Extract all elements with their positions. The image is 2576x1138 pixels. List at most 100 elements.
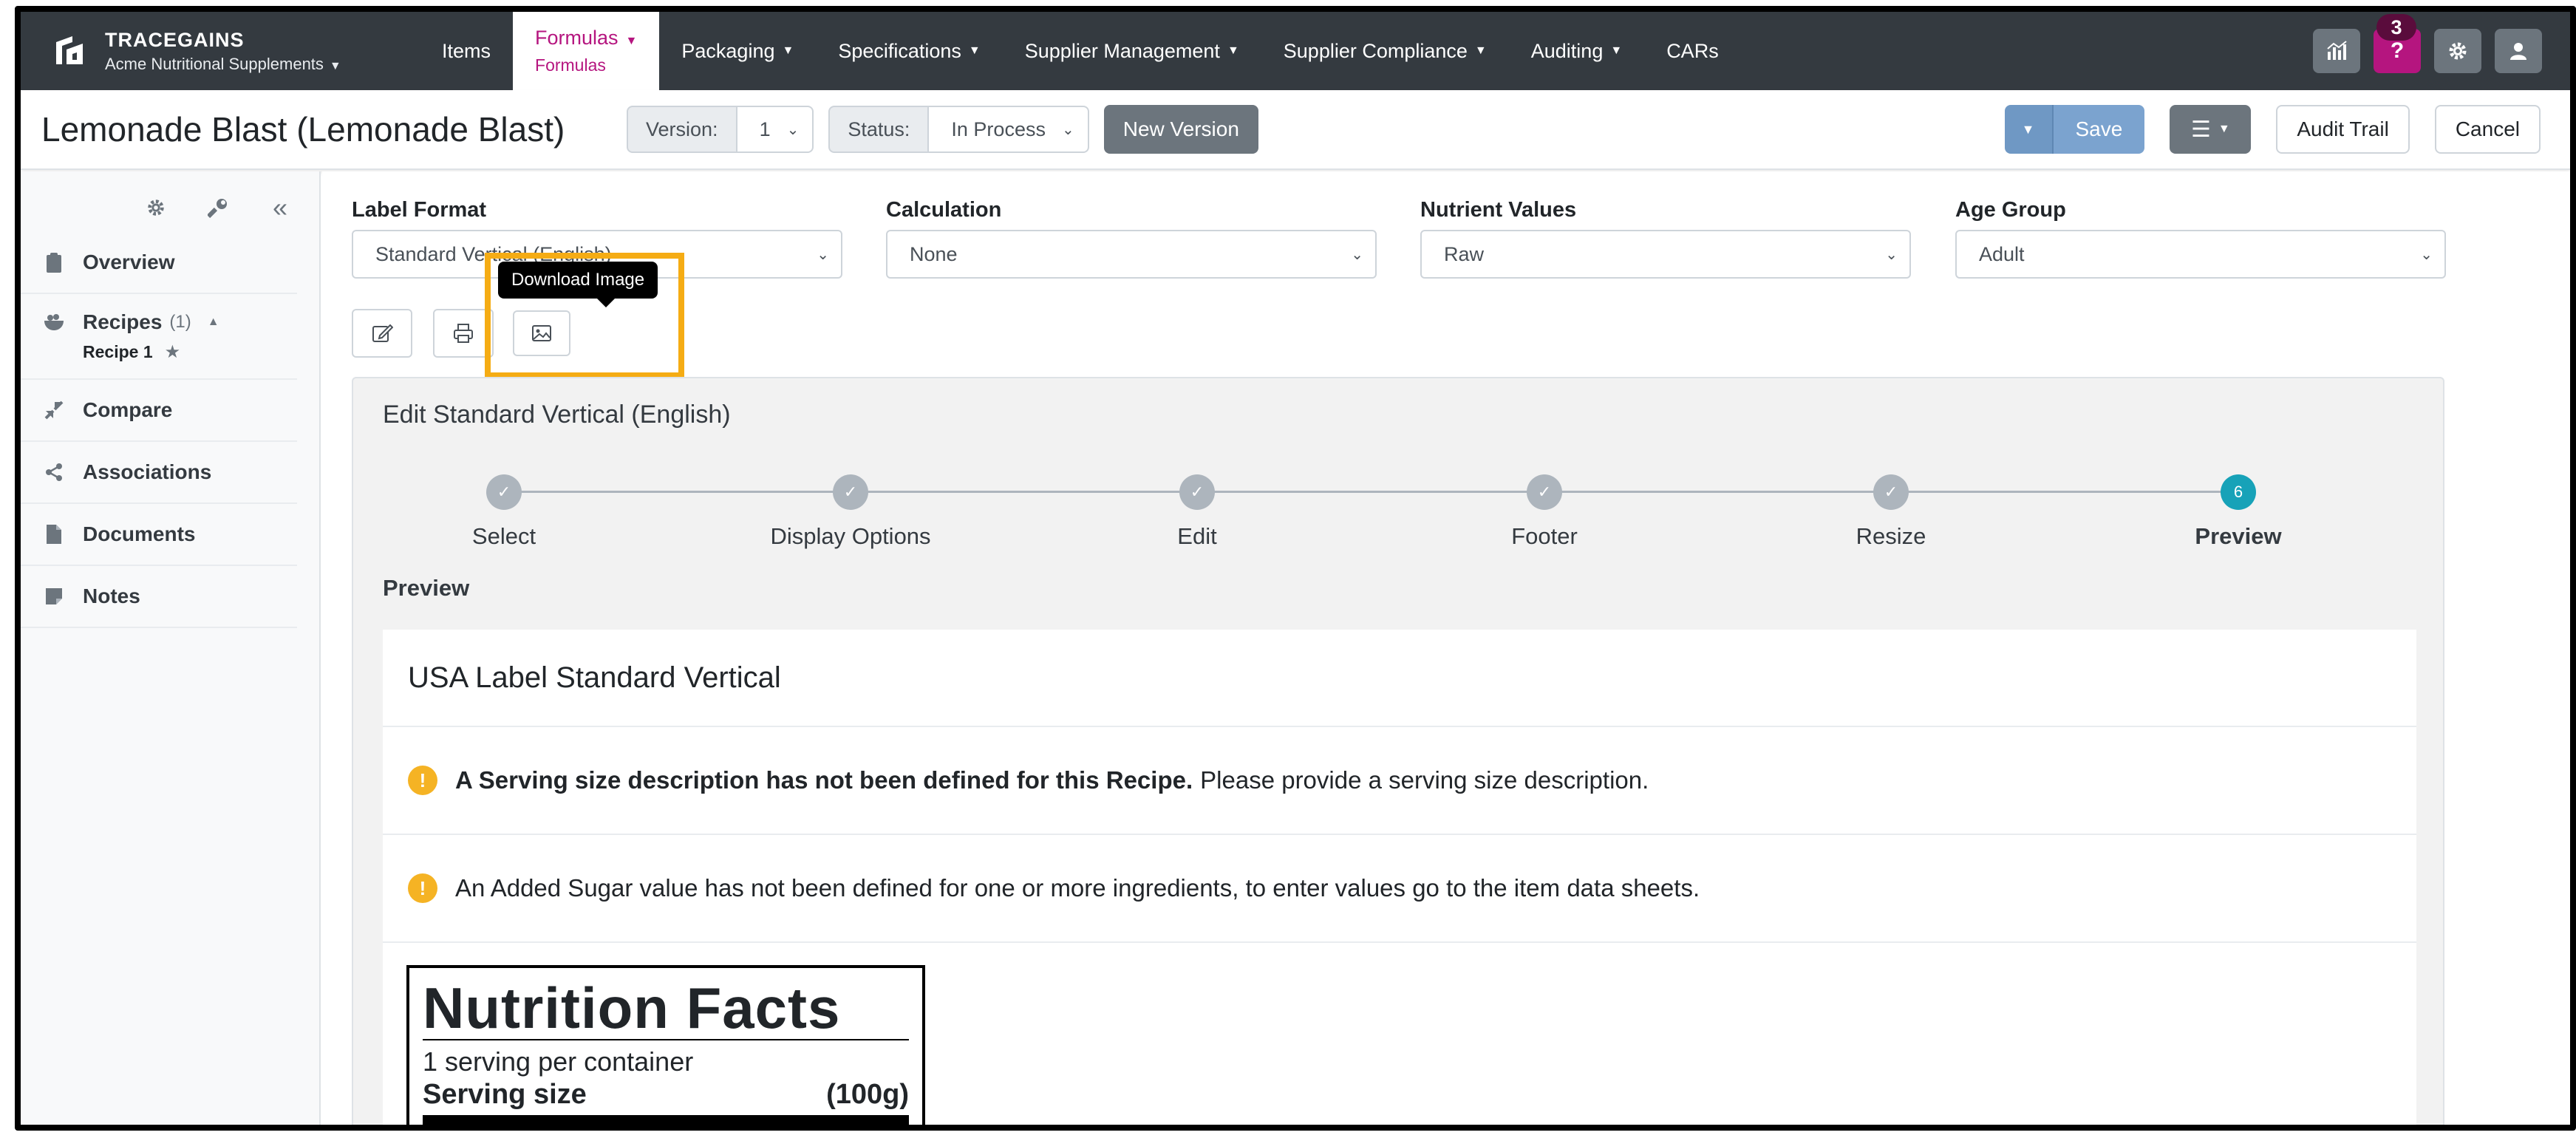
select-value: None	[910, 242, 958, 265]
status-value: In Process	[951, 117, 1046, 140]
org-switcher[interactable]: Acme Nutritional Supplements ▼	[105, 55, 341, 74]
edit-label-button[interactable]	[352, 309, 412, 358]
chevron-down-icon: ▼	[782, 44, 794, 57]
gear-icon	[2449, 42, 2467, 60]
help-icon: ?	[2390, 38, 2405, 63]
select-value: Adult	[1979, 242, 2025, 265]
check-icon: ✓	[1527, 474, 1562, 510]
panel-title: Edit Standard Vertical (English)	[383, 401, 731, 429]
sidebar-item-recipes[interactable]: Recipes (1) ▲ Recipe 1 ★	[21, 294, 297, 380]
nav-label: Supplier Compliance	[1283, 39, 1468, 62]
age-group-field: Age Group Adult ⌄	[1955, 198, 2446, 279]
field-label: Label Format	[352, 198, 487, 222]
nav-specifications[interactable]: Specifications ▼	[816, 12, 1002, 90]
step-display-options[interactable]: ✓ Display Options	[740, 474, 961, 550]
warning-text: An Added Sugar value has not been define…	[455, 874, 1700, 902]
bowl-icon	[43, 311, 65, 333]
status-select[interactable]: Status: In Process ⌄	[828, 106, 1089, 153]
card-title: USA Label Standard Vertical	[383, 630, 2416, 727]
sidebar-item-associations[interactable]: Associations	[21, 442, 297, 504]
user-icon	[2510, 43, 2526, 60]
page-title: Lemonade Blast (Lemonade Blast)	[41, 110, 565, 149]
step-select[interactable]: ✓ Select	[393, 474, 615, 550]
nav-formulas[interactable]: Formulas ▼ Formulas	[513, 12, 660, 90]
field-label: Age Group	[1955, 198, 2066, 222]
serving-size-label: Serving size	[423, 1079, 587, 1110]
actions-menu-button[interactable]: ☰ ▼	[2170, 105, 2252, 154]
chevron-down-icon: ⌄	[1351, 246, 1363, 263]
field-label: Nutrient Values	[1420, 198, 1577, 222]
warning-text: Please provide a serving size descriptio…	[1200, 766, 1649, 794]
sidebar-item-documents[interactable]: Documents	[21, 504, 297, 566]
sidebar-item-label: Compare	[83, 398, 173, 421]
check-icon: ✓	[1179, 474, 1215, 510]
sidebar-item-overview[interactable]: Overview	[21, 232, 297, 294]
sidebar-item-label: Notes	[83, 585, 140, 607]
nav-label: Items	[442, 39, 491, 62]
org-name: Acme Nutritional Supplements	[105, 54, 324, 73]
print-icon	[454, 324, 473, 343]
new-version-button[interactable]: New Version	[1103, 105, 1258, 154]
label-preview-card: USA Label Standard Vertical ! A Serving …	[383, 630, 2416, 1125]
nutrition-divider-bar	[423, 1115, 909, 1125]
calculation-select[interactable]: None ⌄	[886, 230, 1377, 279]
analytics-button[interactable]	[2313, 29, 2360, 73]
version-dropdown[interactable]: 1 ⌄	[737, 106, 814, 153]
audit-trail-button[interactable]: Audit Trail	[2276, 105, 2410, 154]
warning-bold-text: A Serving size description has not been …	[455, 766, 1193, 794]
select-value: Raw	[1444, 242, 1485, 265]
age-group-select[interactable]: Adult ⌄	[1955, 230, 2446, 279]
step-preview[interactable]: 6 Preview	[2127, 474, 2349, 550]
step-footer[interactable]: ✓ Footer	[1434, 474, 1655, 550]
brand[interactable]: TRACEGAINS Acme Nutritional Supplements ▼	[21, 12, 420, 90]
nav-items[interactable]: Items	[420, 12, 513, 90]
nutrient-values-select[interactable]: Raw ⌄	[1420, 230, 1911, 279]
nav-cars[interactable]: CARs	[1644, 12, 1741, 90]
sidebar-tools-button[interactable]	[205, 195, 231, 220]
step-label: Resize	[1856, 523, 1926, 549]
chevron-down-icon: ▼	[2021, 121, 2035, 137]
nutrient-values-field: Nutrient Values Raw ⌄	[1420, 198, 1911, 279]
help-button[interactable]: ? 3	[2374, 14, 2421, 73]
status-dropdown[interactable]: In Process ⌄	[929, 106, 1089, 153]
nav-label: Packaging	[681, 39, 775, 62]
step-label: Footer	[1511, 523, 1578, 549]
wizard-stepper: ✓ Select ✓ Display Options ✓ Edit ✓ Foot…	[353, 474, 2443, 550]
save-button[interactable]: Save	[2053, 105, 2145, 154]
save-options-button[interactable]: ▼	[2004, 105, 2054, 154]
sidebar-item-notes[interactable]: Notes	[21, 566, 297, 628]
nav-packaging[interactable]: Packaging ▼	[659, 12, 816, 90]
warning-icon: !	[408, 873, 437, 903]
nav-auditing[interactable]: Auditing ▼	[1509, 12, 1644, 90]
sidebar-item-compare[interactable]: Compare	[21, 380, 297, 442]
chevron-down-icon: ⌄	[1885, 246, 1898, 263]
sidebar-subitem-recipe-1[interactable]: Recipe 1 ★	[83, 341, 180, 363]
cancel-button[interactable]: Cancel	[2434, 105, 2541, 154]
added-sugar-warning: ! An Added Sugar value has not been defi…	[383, 835, 2416, 943]
nav-supplier-management[interactable]: Supplier Management ▼	[1003, 12, 1261, 90]
nutrition-facts-label: Nutrition Facts 1 serving per container …	[406, 965, 925, 1125]
calculation-field: Calculation None ⌄	[886, 198, 1377, 279]
hamburger-icon: ☰	[2190, 117, 2211, 142]
nav-supplier-compliance[interactable]: Supplier Compliance ▼	[1261, 12, 1509, 90]
step-edit[interactable]: ✓ Edit	[1086, 474, 1308, 550]
chevron-down-icon: ⌄	[817, 246, 829, 263]
note-icon	[43, 585, 65, 607]
tracegains-logo-icon	[56, 36, 83, 64]
scroll-gutter	[2524, 171, 2570, 1125]
download-image-tooltip: Download Image	[498, 262, 658, 299]
step-label: Edit	[1177, 523, 1217, 549]
main-content: Label Format Standard Vertical (English)…	[322, 171, 2570, 1125]
star-icon[interactable]: ★	[165, 341, 181, 363]
collapse-sidebar-button[interactable]: «	[268, 194, 293, 221]
chevron-down-icon: ⌄	[2420, 246, 2433, 263]
settings-button[interactable]	[2434, 29, 2481, 73]
step-resize[interactable]: ✓ Resize	[1780, 474, 2002, 550]
user-button[interactable]	[2495, 29, 2542, 73]
version-select[interactable]: Version: 1 ⌄	[627, 106, 814, 153]
compare-icon	[43, 399, 65, 421]
nav-label: CARs	[1666, 39, 1719, 62]
warning-icon: !	[408, 766, 437, 795]
nav-label: Auditing	[1530, 39, 1604, 62]
sidebar-settings-button[interactable]	[143, 195, 168, 220]
